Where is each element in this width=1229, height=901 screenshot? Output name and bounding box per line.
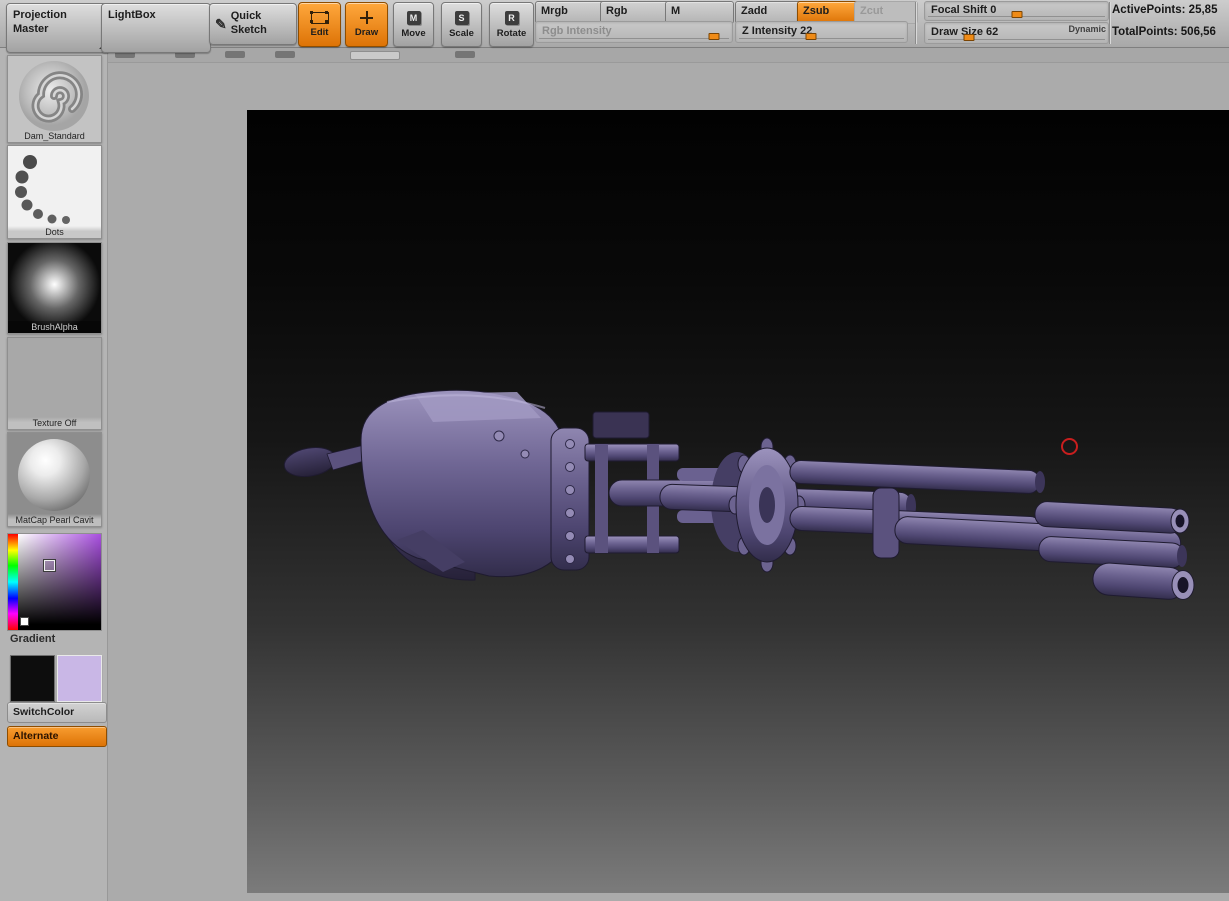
rotate-button[interactable]: R Rotate <box>489 2 534 47</box>
focal-shift-label: Focal Shift 0 <box>931 4 996 16</box>
rotate-label: Rotate <box>496 27 527 39</box>
minigun-model <box>283 389 1195 600</box>
draw-size-label-text: Draw Size <box>931 26 983 38</box>
mini-color-swatch <box>20 617 29 626</box>
tray-scroll-thumb[interactable] <box>350 51 400 60</box>
rgb-intensity-handle[interactable] <box>708 33 720 40</box>
rgb-intensity-label: Rgb Intensity <box>542 25 612 37</box>
gun-rotor-gear <box>728 437 806 573</box>
top-toolbar: Projection Master LightBox ✎ Quick Sketc… <box>0 0 1229 53</box>
draw-size-handle[interactable] <box>963 34 975 41</box>
stroke-name-label: Dots <box>8 226 101 238</box>
edit-gizmo-icon <box>309 10 329 24</box>
switch-color-label: SwitchColor <box>13 706 75 718</box>
material-name-label: MatCap Pearl Cavit <box>8 514 101 526</box>
color-selector-marker[interactable] <box>44 560 55 571</box>
zadd-label: Zadd <box>741 5 768 17</box>
alpha-name-label: BrushAlpha <box>8 321 101 333</box>
gradient-toggle[interactable]: Gradient <box>10 633 55 645</box>
left-shelf: Dam_Standard Dots BrushAlpha Texture Off… <box>0 47 108 901</box>
document-canvas[interactable] <box>247 110 1229 893</box>
move-label: Move <box>401 27 426 39</box>
quick-sketch-button[interactable]: ✎ Quick Sketch <box>209 3 297 45</box>
scale-label: Scale <box>449 27 474 39</box>
saturation-value-square[interactable] <box>18 534 101 630</box>
focal-shift-value: 0 <box>990 4 997 16</box>
z-intensity-label: Z Intensity 22 <box>742 25 812 37</box>
brush-thumbnail[interactable]: Dam_Standard <box>7 55 102 143</box>
lightbox-label: LightBox <box>108 9 156 21</box>
crosshair-icon <box>360 11 373 24</box>
dots-stroke-preview <box>15 155 70 224</box>
z-intensity-slider[interactable]: Z Intensity 22 <box>735 21 908 43</box>
lightbox-button[interactable]: LightBox <box>101 3 211 53</box>
secondary-color-swatch[interactable] <box>57 655 102 702</box>
m-label: M <box>671 5 681 17</box>
edit-button[interactable]: Edit <box>298 2 341 47</box>
tray-divider-strip <box>107 47 1229 63</box>
quick-sketch-label: Quick Sketch <box>230 10 267 36</box>
z-intensity-handle[interactable] <box>805 33 817 40</box>
brush-cursor-ring <box>1061 438 1078 455</box>
material-thumbnail[interactable]: MatCap Pearl Cavit <box>7 432 102 527</box>
rotate-cube-icon: R <box>504 10 519 25</box>
move-button[interactable]: M Move <box>393 2 434 47</box>
mrgb-label: Mrgb <box>541 5 568 17</box>
edit-label: Edit <box>310 26 329 38</box>
focal-shift-slider[interactable]: Focal Shift 0 <box>924 1 1109 21</box>
pencil-icon: ✎ <box>215 16 227 32</box>
draw-label: Draw <box>354 27 379 38</box>
rgb-label: Rgb <box>606 5 628 17</box>
tray-segment[interactable] <box>275 51 295 58</box>
projection-master-label: Projection Master <box>13 9 67 36</box>
scale-cube-icon: S <box>454 10 469 25</box>
toolbar-divider <box>915 2 916 44</box>
rgb-intensity-slider[interactable]: Rgb Intensity <box>535 21 733 43</box>
alpha-dot-preview <box>8 243 101 333</box>
gun-barrels-right <box>789 459 1195 600</box>
switch-color-button[interactable]: SwitchColor <box>7 702 107 723</box>
alternate-label: Alternate <box>13 730 59 742</box>
zcut-label: Zcut <box>860 5 884 17</box>
brush-name-label: Dam_Standard <box>8 130 101 142</box>
stroke-thumbnail[interactable]: Dots <box>7 145 102 239</box>
toolbar-divider-right <box>1109 2 1110 44</box>
z-intensity-label-text: Z Intensity <box>742 25 798 37</box>
scale-button[interactable]: S Scale <box>441 2 482 47</box>
total-points-readout: TotalPoints: 506,56 <box>1112 26 1216 38</box>
tray-segment[interactable] <box>455 51 475 58</box>
texture-thumbnail[interactable]: Texture Off <box>7 337 102 430</box>
dynamic-toggle[interactable]: Dynamic <box>1062 24 1106 34</box>
draw-button[interactable]: Draw <box>345 2 388 47</box>
draw-size-value: 62 <box>986 26 999 38</box>
alternate-button[interactable]: Alternate <box>7 726 107 747</box>
alpha-thumbnail[interactable]: BrushAlpha <box>7 242 102 334</box>
zsub-label: Zsub <box>803 5 830 17</box>
active-points-readout: ActivePoints: 25,85 <box>1112 4 1218 16</box>
primary-color-swatch[interactable] <box>10 655 55 702</box>
focal-shift-handle[interactable] <box>1011 11 1022 18</box>
texture-name-label: Texture Off <box>8 417 101 429</box>
tray-segment[interactable] <box>225 51 245 58</box>
color-picker[interactable] <box>7 533 102 631</box>
focal-shift-label-text: Focal Shift <box>931 4 988 16</box>
move-cube-icon: M <box>406 10 421 25</box>
projection-master-button[interactable]: Projection Master <box>6 3 110 53</box>
matcap-sphere <box>18 439 90 511</box>
hue-strip[interactable] <box>8 534 18 630</box>
